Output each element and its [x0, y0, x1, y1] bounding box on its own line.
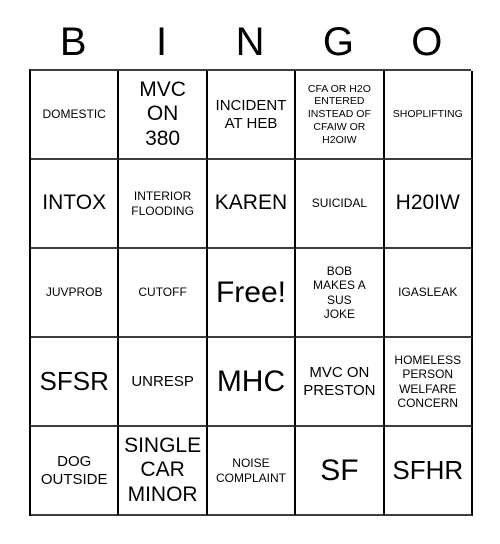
- bingo-row: JUVPROB CUTOFF Free! BOB MAKES A SUS JOK…: [31, 249, 473, 338]
- bingo-cell-label: Free!: [215, 276, 286, 309]
- bingo-cell[interactable]: MVC ON 380: [119, 71, 208, 160]
- bingo-cell-label: SINGLE CAR MINOR: [124, 434, 202, 506]
- bingo-cell[interactable]: BOB MAKES A SUS JOKE: [296, 249, 385, 338]
- bingo-cell[interactable]: SHOPLIFTING: [384, 71, 473, 160]
- bingo-header-letter-i: I: [156, 19, 168, 64]
- bingo-row: INTOX INTERIOR FLOODING KAREN SUICIDAL H…: [31, 160, 473, 249]
- bingo-cell[interactable]: UNRESP: [119, 338, 208, 427]
- bingo-cell-label: HOMELESS PERSON WELFARE CONCERN: [394, 352, 462, 410]
- bingo-cell-label: CFA OR H2O ENTERED INSTEAD OF CFAIW OR H…: [307, 82, 371, 146]
- bingo-cell[interactable]: JUVPROB: [31, 249, 120, 338]
- bingo-cell-label: SF: [320, 454, 359, 487]
- bingo-cell-label: CUTOFF: [138, 285, 187, 300]
- bingo-cell[interactable]: INTOX: [31, 160, 120, 249]
- bingo-cell[interactable]: CFA OR H2O ENTERED INSTEAD OF CFAIW OR H…: [296, 71, 385, 160]
- bingo-cell[interactable]: DOG OUTSIDE: [31, 427, 120, 516]
- bingo-row: DOMESTIC MVC ON 380 INCIDENT AT HEB CFA …: [31, 71, 473, 160]
- bingo-cell-label: SHOPLIFTING: [392, 108, 463, 121]
- bingo-cell[interactable]: IGASLEAK: [384, 249, 473, 338]
- bingo-cell[interactable]: MVC ON PRESTON: [296, 338, 385, 427]
- bingo-cell[interactable]: KAREN: [207, 160, 297, 249]
- bingo-cell-label: JUVPROB: [45, 285, 103, 300]
- bingo-row: DOG OUTSIDE SINGLE CAR MINOR NOISE COMPL…: [31, 427, 473, 516]
- bingo-cell-label: IGASLEAK: [398, 285, 458, 300]
- bingo-header-letter-o: O: [411, 19, 443, 64]
- bingo-cell[interactable]: INCIDENT AT HEB: [207, 71, 297, 160]
- bingo-header-letter-b: B: [59, 19, 87, 64]
- bingo-cell[interactable]: DOMESTIC: [31, 71, 120, 160]
- bingo-cell-label: KAREN: [214, 191, 288, 215]
- bingo-cell[interactable]: INTERIOR FLOODING: [119, 160, 208, 249]
- bingo-cell[interactable]: SF: [296, 427, 385, 516]
- bingo-cell-label: BOB MAKES A SUS JOKE: [313, 263, 366, 321]
- bingo-cell[interactable]: H20IW: [384, 160, 473, 249]
- bingo-cell-free[interactable]: Free!: [207, 249, 297, 338]
- bingo-cell-label: MVC ON 380: [139, 78, 186, 150]
- bingo-cell[interactable]: SINGLE CAR MINOR: [119, 427, 208, 516]
- bingo-cell[interactable]: SFHR: [384, 427, 473, 516]
- bingo-cell-label: DOMESTIC: [42, 107, 106, 122]
- bingo-cell-label: UNRESP: [131, 372, 194, 390]
- bingo-header-letter-n: N: [235, 19, 265, 64]
- bingo-cell-label: H20IW: [395, 191, 460, 215]
- bingo-card: B I N G O DOMESTIC MVC ON 380 INCIDENT A…: [29, 14, 473, 516]
- bingo-cell[interactable]: SUICIDAL: [296, 160, 385, 249]
- bingo-cell-label: INTERIOR FLOODING: [131, 189, 194, 218]
- bingo-cell[interactable]: CUTOFF: [119, 249, 208, 338]
- bingo-cell[interactable]: MHC: [207, 338, 297, 427]
- bingo-cell-label: NOISE COMPLAINT: [215, 456, 286, 485]
- bingo-cell[interactable]: SFSR: [31, 338, 120, 427]
- bingo-cell-label: SFSR: [39, 365, 109, 396]
- bingo-grid: DOMESTIC MVC ON 380 INCIDENT AT HEB CFA …: [29, 69, 473, 516]
- bingo-cell-label: INTOX: [42, 191, 107, 215]
- bingo-cell-label: SFHR: [392, 454, 464, 485]
- bingo-cell-label: INCIDENT AT HEB: [215, 96, 287, 132]
- bingo-cell[interactable]: NOISE COMPLAINT: [207, 427, 297, 516]
- bingo-cell-label: MHC: [216, 365, 286, 398]
- bingo-cell[interactable]: HOMELESS PERSON WELFARE CONCERN: [384, 338, 473, 427]
- bingo-cell-label: SUICIDAL: [311, 196, 368, 211]
- bingo-header-letter-g: G: [322, 19, 354, 64]
- bingo-cell-label: MVC ON PRESTON: [303, 363, 376, 399]
- bingo-cell-label: DOG OUTSIDE: [40, 452, 108, 488]
- bingo-row: SFSR UNRESP MHC MVC ON PRESTON HOMELESS …: [31, 338, 473, 427]
- bingo-header-row: B I N G O: [29, 14, 471, 69]
